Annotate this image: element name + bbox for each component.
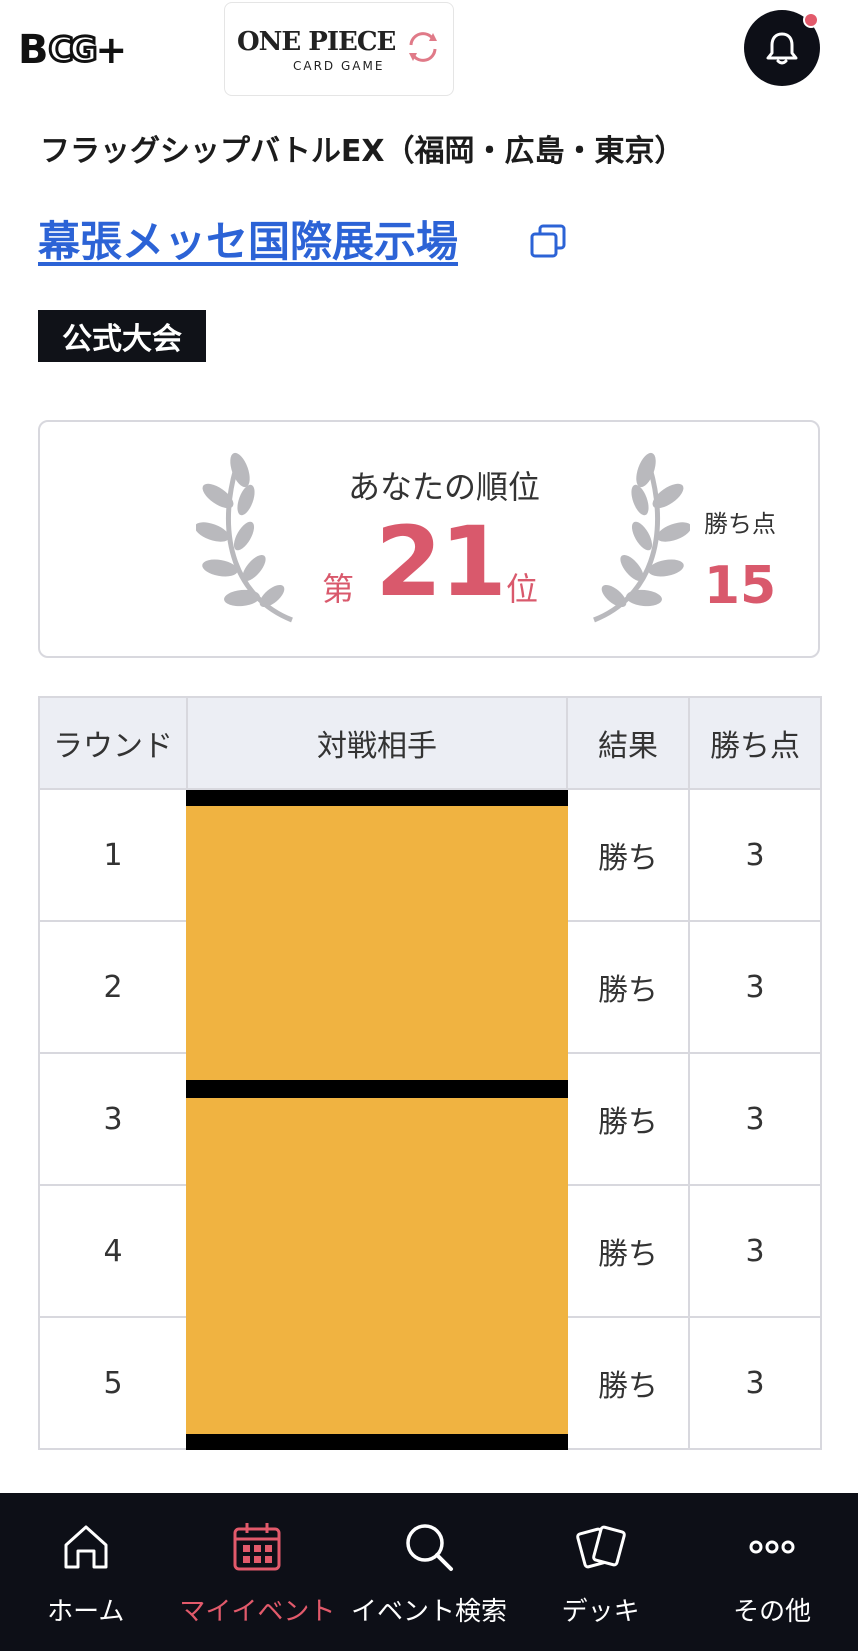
round-cell: 4	[38, 1184, 188, 1318]
home-icon	[58, 1519, 114, 1575]
redaction-bar	[186, 1434, 568, 1450]
rank-prefix: 第	[322, 570, 355, 608]
switch-game-icon	[409, 32, 437, 62]
nav-my-events[interactable]: マイイベント	[172, 1493, 344, 1651]
app-logo[interactable]: B CG +	[18, 27, 188, 73]
game-logo-button[interactable]: ONE PIECE CARD GAME	[224, 2, 454, 96]
redaction-bar	[186, 790, 568, 806]
nav-home-label: ホーム	[47, 1597, 125, 1627]
rank-number: 21	[375, 506, 507, 618]
nav-home[interactable]: ホーム	[0, 1493, 172, 1651]
nav-event-search-label: イベント検索	[350, 1597, 507, 1627]
nav-more[interactable]: その他	[686, 1493, 858, 1651]
nav-more-label: その他	[733, 1597, 812, 1627]
rank-suffix: 位	[506, 570, 539, 608]
app-header: B CG + ONE PIECE CARD GAME	[0, 0, 858, 100]
cards-icon	[573, 1519, 629, 1575]
result-cell: 勝ち	[566, 920, 690, 1054]
round-cell: 2	[38, 920, 188, 1054]
points-cell: 3	[688, 920, 822, 1054]
bottom-nav: ホーム マイイベント イベント検索 デッキ その他	[0, 1493, 858, 1651]
header-result: 結果	[566, 696, 690, 790]
result-cell: 勝ち	[566, 1184, 690, 1318]
redaction-bar	[186, 1080, 568, 1098]
game-logo-title: ONE PIECE	[237, 27, 396, 57]
result-cell: 勝ち	[566, 788, 690, 922]
header-points: 勝ち点	[688, 696, 822, 790]
nav-my-events-label: マイイベント	[179, 1597, 336, 1627]
points-cell: 3	[688, 788, 822, 922]
laurel-left-icon	[196, 452, 293, 623]
event-name: フラッグシップバトルEX（福岡・広島・東京）	[40, 134, 685, 169]
more-icon	[744, 1519, 800, 1575]
search-icon	[401, 1519, 457, 1575]
redaction-block	[186, 806, 568, 1080]
calendar-icon	[229, 1519, 285, 1575]
event-type-badge: 公式大会	[38, 310, 206, 362]
result-cell: 勝ち	[566, 1316, 690, 1450]
points-label: 勝ち点	[704, 510, 776, 538]
laurel-right-icon	[593, 452, 690, 623]
points-cell: 3	[688, 1184, 822, 1318]
venue-link[interactable]: 幕張メッセ国際展示場	[38, 208, 458, 269]
result-cell: 勝ち	[566, 1052, 690, 1186]
header-opponent: 対戦相手	[186, 696, 568, 790]
notification-badge	[803, 12, 819, 28]
redaction-block	[186, 1098, 568, 1434]
round-cell: 1	[38, 788, 188, 922]
nav-deck[interactable]: デッキ	[515, 1493, 687, 1651]
points-cell: 3	[688, 1316, 822, 1450]
header-round: ラウンド	[38, 696, 188, 790]
round-cell: 5	[38, 1316, 188, 1450]
points-value: 15	[703, 556, 777, 616]
nav-event-search[interactable]: イベント検索	[343, 1493, 515, 1651]
rank-label: あなたの順位	[347, 468, 540, 506]
game-logo-subtitle: CARD GAME	[293, 59, 385, 73]
nav-deck-label: デッキ	[561, 1597, 640, 1627]
round-cell: 3	[38, 1052, 188, 1186]
table-header-row: ラウンド 対戦相手 結果 勝ち点	[38, 696, 822, 790]
external-link-icon[interactable]	[528, 222, 568, 262]
bell-icon	[766, 32, 798, 65]
points-cell: 3	[688, 1052, 822, 1186]
ranking-card: あなたの順位 第 21 位 勝ち点 15	[38, 420, 820, 658]
